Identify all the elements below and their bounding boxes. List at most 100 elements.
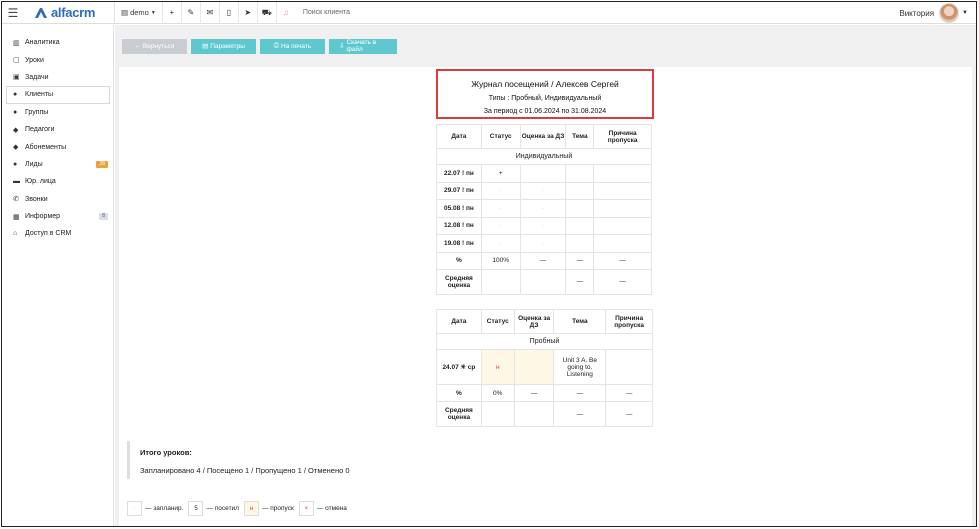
chevron-down-icon: ▼	[150, 9, 156, 16]
sidebar-item-groups[interactable]: ● Группы	[2, 104, 113, 121]
reason-cell	[593, 234, 652, 253]
col-status: Статус	[480, 124, 521, 149]
sidebar-item-leads[interactable]: ● Лиды 28	[2, 156, 113, 173]
date-cell[interactable]: 12.08 ! пн	[436, 216, 482, 235]
table-row: 19.08 ! пн · ·	[436, 234, 652, 253]
date-cell[interactable]: 19.08 ! пн	[436, 234, 482, 253]
menu-icon[interactable]: ☰	[2, 2, 24, 24]
sidebar-item-crm-access[interactable]: ⌂ Доступ в CRM	[2, 225, 113, 242]
percent-label: %	[436, 384, 482, 402]
building-icon: ▬	[13, 178, 20, 186]
sidebar-item-subscriptions[interactable]: ◆ Абонементы	[2, 138, 113, 155]
average-label: Средняя оценка	[436, 268, 482, 295]
wrench-icon[interactable]: ✎	[180, 2, 200, 24]
table-row: 29.07 ! пн · ·	[436, 181, 652, 200]
legend-visited-box: 5	[188, 501, 204, 516]
download-button[interactable]: ⇩ Скачать в файл	[329, 38, 397, 54]
top-bar: ☰ alfacrm ▤ demo ▼ + ✎ ✉ ▯ ➤ ⛟ ♫ Поиск к…	[2, 2, 976, 24]
branch-label: demo	[130, 8, 149, 17]
date-cell[interactable]: 05.08 ! пн	[436, 199, 482, 218]
building-icon: ▤	[121, 8, 129, 17]
percent-row: % 100% — — —	[436, 251, 652, 270]
status-cell[interactable]: н	[480, 349, 515, 385]
user-menu[interactable]: Виктория ▼	[899, 2, 968, 24]
print-icon: ⎙	[273, 42, 279, 49]
params-button[interactable]: ▤ Параметры	[191, 38, 256, 54]
date-cell[interactable]: 22.07 ! пн	[436, 164, 482, 183]
col-grade: Оценка за ДЗ	[513, 309, 555, 334]
sidebar-item-tasks[interactable]: ▣ Задачи	[2, 69, 113, 86]
date-cell[interactable]: 29.07 ! пн	[436, 181, 482, 200]
download-label: Скачать в файл	[346, 39, 377, 53]
mail-icon[interactable]: ✉	[199, 2, 219, 24]
status-cell[interactable]: ·	[480, 199, 521, 218]
lock-icon: ⌂	[13, 230, 18, 238]
percent-status: 100%	[480, 251, 521, 270]
grade-cell: ·	[519, 234, 567, 253]
status-cell[interactable]: +	[480, 164, 521, 183]
grade-cell: ·	[519, 181, 567, 200]
legend-visited: — посетил	[206, 505, 239, 512]
reason-cell	[593, 181, 652, 200]
back-button[interactable]: ← Вернуться	[122, 38, 187, 54]
sidebar-item-informer[interactable]: ▦ Информер 8	[2, 208, 113, 225]
percent-grade: —	[519, 251, 567, 270]
telegram-icon[interactable]: ➤	[237, 2, 257, 24]
percent-topic: —	[565, 251, 595, 270]
col-status: Статус	[480, 309, 515, 334]
calendar-icon: ▢	[13, 57, 20, 65]
average-reason: —	[593, 268, 652, 295]
plus-icon[interactable]: +	[161, 2, 181, 24]
average-row: Средняя оценка — —	[436, 401, 653, 427]
sidebar-item-label: Группы	[25, 108, 49, 116]
percent-reason: —	[593, 251, 652, 270]
average-grade	[519, 268, 567, 295]
sidebar-item-label: Клиенты	[25, 91, 54, 99]
print-button[interactable]: ⎙ На печать	[260, 38, 325, 54]
sidebar-item-analytics[interactable]: ▥ Аналитика	[2, 34, 113, 51]
mobile-icon[interactable]: ▯	[218, 2, 238, 24]
search-input[interactable]: Поиск клиента	[303, 9, 350, 16]
date-cell[interactable]: 24.07 ✳ ср	[436, 349, 482, 385]
file-icon: ▤	[202, 43, 209, 50]
chart-icon: ▥	[13, 39, 20, 47]
report-header: Журнал посещений / Алексев Сергей Типы :…	[436, 69, 654, 119]
user-plus-icon: ●	[13, 160, 18, 168]
sidebar-item-clients[interactable]: ● Клиенты	[6, 86, 110, 104]
chevron-down-icon: ▼	[962, 10, 968, 16]
sidebar-item-calls[interactable]: ✆ Звонки	[2, 191, 113, 208]
tasks-icon: ▣	[13, 74, 20, 82]
phone-icon: ✆	[13, 196, 19, 204]
report-content: Журнал посещений / Алексев Сергей Типы :…	[119, 67, 972, 526]
status-cell[interactable]: ·	[480, 181, 521, 200]
col-date: Дата	[436, 124, 482, 149]
reason-cell	[593, 164, 652, 183]
topic-cell	[565, 181, 595, 200]
grade-cell	[519, 164, 567, 183]
branch-selector[interactable]: ▤ demo ▼	[115, 2, 162, 24]
sidebar-item-label: Аналитика	[25, 39, 60, 47]
average-topic: —	[553, 401, 607, 427]
status-cell[interactable]: ·	[480, 216, 521, 235]
bell-icon[interactable]: ♫	[275, 2, 295, 24]
col-grade: Оценка за ДЗ	[519, 124, 567, 149]
sidebar-item-label: Уроки	[25, 56, 44, 64]
informer-badge: 8	[99, 212, 108, 220]
sidebar-item-lessons[interactable]: ▢ Уроки	[2, 51, 113, 68]
grade-cell: ·	[519, 199, 567, 218]
report-title: Журнал посещений / Алексев Сергей	[471, 79, 619, 89]
params-label: Параметры	[210, 42, 245, 50]
sidebar-item-label: Доступ в CRM	[25, 230, 72, 238]
sidebar-item-teachers[interactable]: ◆ Педагоги	[2, 121, 113, 138]
sidebar-item-legal[interactable]: ▬ Юр. лица	[2, 173, 113, 190]
app-window: ☰ alfacrm ▤ demo ▼ + ✎ ✉ ▯ ➤ ⛟ ♫ Поиск к…	[1, 1, 977, 527]
tag-icon: ◆	[13, 144, 19, 152]
status-cell[interactable]: ·	[480, 234, 521, 253]
sidebar-item-label: Абонементы	[25, 143, 67, 151]
graduation-cap-icon: ◆	[13, 126, 19, 134]
table-row: 24.07 ✳ ср н Unit 3 A. Be going to. List…	[436, 349, 653, 385]
logo[interactable]: alfacrm	[34, 5, 114, 20]
user-icon: ●	[13, 91, 18, 99]
average-reason: —	[605, 401, 653, 427]
cart-icon[interactable]: ⛟	[256, 2, 276, 24]
